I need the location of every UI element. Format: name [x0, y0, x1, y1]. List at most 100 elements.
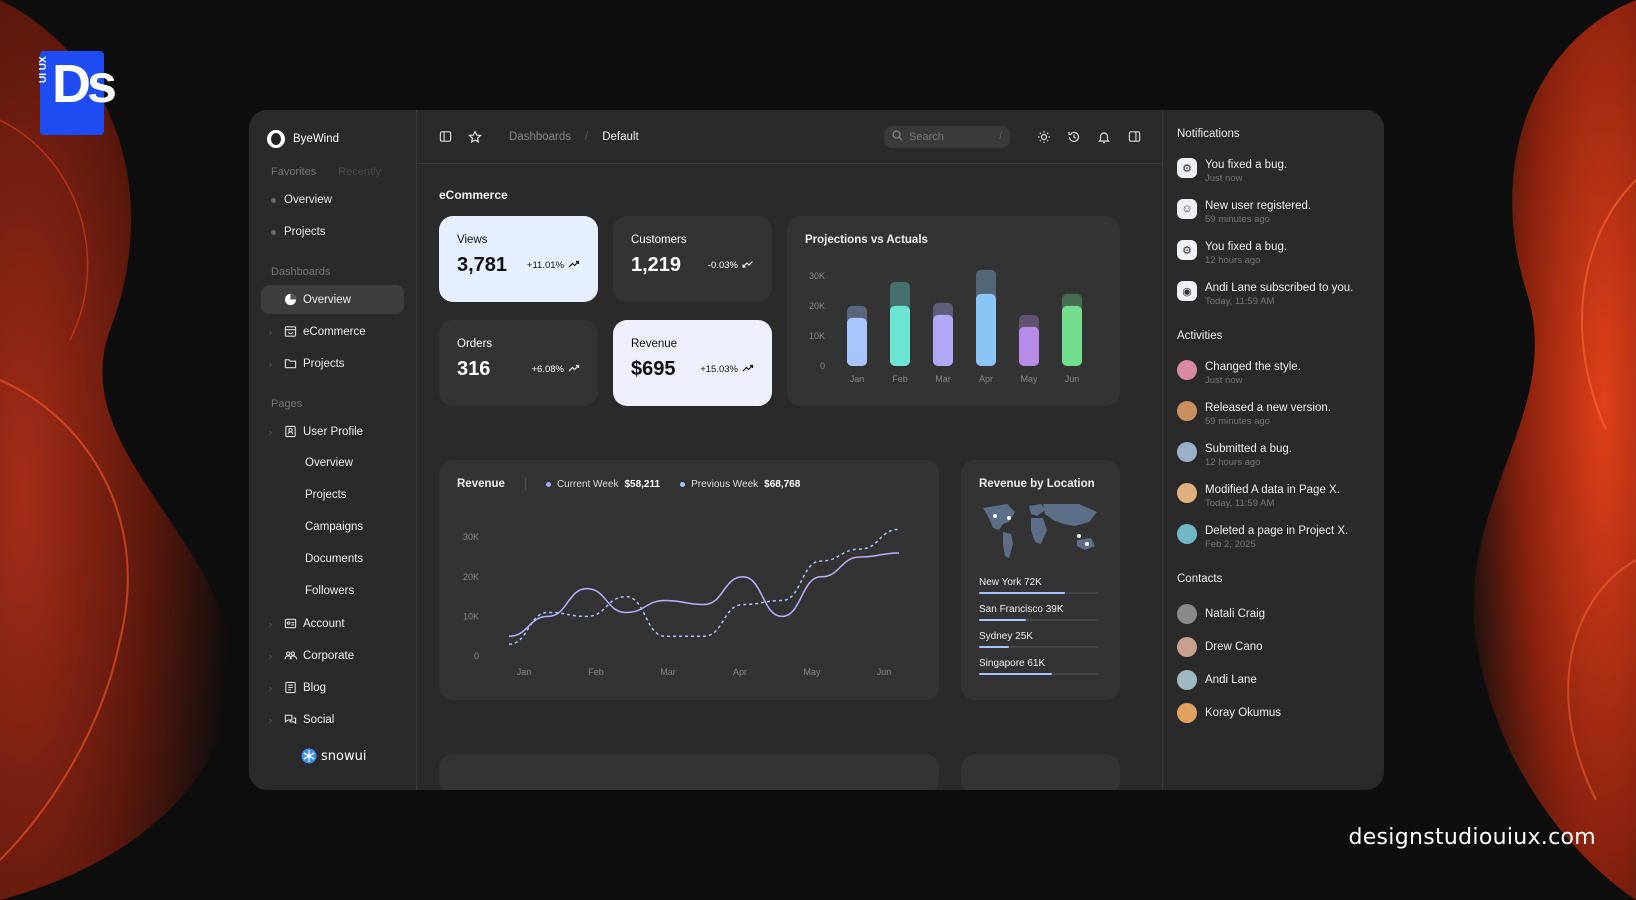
tab-recently[interactable]: Recently	[338, 166, 381, 178]
activity-item[interactable]: Released a new version. 59 minutes ago	[1177, 401, 1370, 428]
sun-icon[interactable]	[1036, 129, 1052, 145]
partial-card	[961, 754, 1120, 790]
activity-item[interactable]: Deleted a page in Project X. Feb 2, 2025	[1177, 524, 1370, 551]
panel-toggle-icon[interactable]	[1126, 129, 1142, 145]
notification-item[interactable]: ☺ New user registered. 59 minutes ago	[1177, 199, 1370, 226]
dashboard-window: ByeWind Favorites Recently Overview Proj…	[249, 110, 1384, 790]
search-input[interactable]: Search /	[884, 125, 1010, 148]
x-tick-label: Apr	[979, 374, 993, 384]
stat-card-revenue[interactable]: Revenue $695 +15.03%	[613, 320, 772, 406]
contact-item[interactable]: Andi Lane	[1177, 663, 1370, 696]
sidebar-item-projects[interactable]: › Projects	[261, 349, 404, 378]
x-tick-label: Feb	[588, 667, 604, 677]
stat-card-customers[interactable]: Customers 1,219 -0.03%	[613, 216, 772, 302]
notification-item[interactable]: ◉ Andi Lane subscribed to you. Today, 11:5…	[1177, 281, 1370, 308]
history-icon[interactable]	[1066, 129, 1082, 145]
sidebar-item-blog[interactable]: › Blog	[261, 673, 404, 702]
bar-actual[interactable]	[976, 293, 996, 366]
sidebar-item-account[interactable]: › Account	[261, 609, 404, 638]
avatar	[1177, 401, 1197, 421]
bell-icon[interactable]	[1096, 129, 1112, 145]
activity-message: Submitted a bug.	[1205, 443, 1292, 455]
sidebar-subitem-campaigns[interactable]: Campaigns	[261, 513, 404, 542]
legend-value: $58,211	[624, 478, 661, 490]
bar-actual[interactable]	[847, 317, 867, 366]
sidebar-item-overview[interactable]: Overview	[261, 285, 404, 314]
activity-item[interactable]: Changed the style. Just now	[1177, 360, 1370, 387]
sidebar-item-social[interactable]: › Social	[261, 705, 404, 734]
y-tick-label: 10K	[463, 611, 479, 621]
favorite-item-projects[interactable]: Projects	[261, 216, 404, 248]
contact-item[interactable]: Drew Cano	[1177, 630, 1370, 663]
stat-value: 316	[457, 358, 491, 380]
main-content: Dashboards / Default Search / eCommerce …	[417, 110, 1162, 790]
activity-item[interactable]: Modified A data in Page X. Today, 11:59 A…	[1177, 483, 1370, 510]
bar-actual[interactable]	[1062, 305, 1082, 366]
avatar	[1177, 524, 1197, 544]
sidebar-subitem-followers[interactable]: Followers	[261, 577, 404, 606]
shopping-bag-icon	[283, 325, 297, 339]
section-title-dashboards: Dashboards	[271, 266, 331, 278]
trend-down-icon	[742, 259, 754, 272]
legend-dot	[680, 481, 686, 487]
stat-card-orders[interactable]: Orders 316 +6.08%	[439, 320, 598, 406]
bar-actual[interactable]	[1019, 326, 1039, 366]
contact-item[interactable]: Natali Craig	[1177, 597, 1370, 630]
bar-actual[interactable]	[890, 305, 910, 366]
id-badge-icon	[283, 425, 297, 439]
pie-chart-icon	[283, 293, 297, 307]
location-name: New York 72K	[979, 577, 1102, 588]
bar-actual[interactable]	[933, 314, 953, 366]
location-value: 61K	[1027, 658, 1046, 669]
contact-item[interactable]: Koray Okumus	[1177, 696, 1370, 729]
x-tick-label: Jan	[850, 374, 865, 384]
breadcrumb-default[interactable]: Default	[602, 131, 638, 143]
activity-text: Deleted a page in Project X. Feb 2, 2025	[1205, 524, 1348, 551]
chevron-right-icon: ›	[269, 618, 272, 629]
sidebar-item-ecommerce[interactable]: › eCommerce	[261, 317, 404, 346]
location-label: San Francisco	[979, 604, 1043, 615]
activity-item[interactable]: Submitted a bug. 12 hours ago	[1177, 442, 1370, 469]
sidebar-toggle-icon[interactable]	[437, 129, 453, 145]
activity-text: Modified A data in Page X. Today, 11:59 A…	[1205, 483, 1340, 510]
sidebar-subitem-projects[interactable]: Projects	[261, 481, 404, 510]
sidebar-item-corporate[interactable]: › Corporate	[261, 641, 404, 670]
notification-item[interactable]: ⚙ You fixed a bug. 12 hours ago	[1177, 240, 1370, 267]
notification-item[interactable]: ⚙ You fixed a bug. Just now	[1177, 158, 1370, 185]
stat-change: +6.08%	[531, 364, 565, 375]
location-label: Sydney	[979, 631, 1013, 642]
star-icon[interactable]	[467, 129, 483, 145]
location-bar-fill	[979, 673, 1053, 675]
line-previous-week[interactable]	[508, 528, 900, 645]
search-icon	[892, 130, 903, 144]
line-current-week[interactable]	[508, 552, 900, 637]
sidebar-item-label: Corporate	[303, 649, 355, 662]
location-card: Revenue by Location New York 72K San Fran…	[961, 460, 1120, 700]
location-bar-fill	[979, 646, 1009, 648]
stat-card-views[interactable]: Views 3,781 +11.01%	[439, 216, 598, 302]
stat-label: Customers	[631, 234, 687, 246]
activity-text: Changed the style. Just now	[1205, 360, 1301, 387]
chevron-right-icon: ›	[269, 326, 272, 337]
stat-label: Views	[457, 234, 488, 246]
sidebar-subitem-documents[interactable]: Documents	[261, 545, 404, 574]
background-swirl-left	[0, 0, 233, 900]
projections-bar-chart: 0 10K 20K 30K Jan Feb Mar Apr May Jun	[809, 269, 1082, 384]
legend-label: Current Week	[556, 478, 619, 490]
revenue-card: Revenue Current Week $58,211 Previous Wee…	[439, 460, 939, 700]
brand[interactable]: ByeWind	[261, 130, 404, 148]
x-tick-label: May	[803, 667, 821, 677]
notification-text: You fixed a bug. Just now	[1205, 158, 1287, 185]
sidebar-item-label: Blog	[303, 681, 327, 694]
favorite-item-overview[interactable]: Overview	[261, 184, 404, 216]
tab-favorites[interactable]: Favorites	[271, 166, 316, 178]
sidebar-item-user-profile[interactable]: › User Profile	[261, 417, 404, 446]
topbar: Dashboards / Default Search /	[417, 110, 1162, 164]
activity-time: 59 minutes ago	[1205, 416, 1270, 427]
contact-name: Koray Okumus	[1205, 706, 1282, 719]
location-bar-fill	[979, 592, 1066, 594]
breadcrumb-dashboards[interactable]: Dashboards	[509, 131, 571, 143]
avatar	[1177, 360, 1197, 380]
brand-name: ByeWind	[293, 133, 340, 145]
sidebar-subitem-overview[interactable]: Overview	[261, 449, 404, 478]
